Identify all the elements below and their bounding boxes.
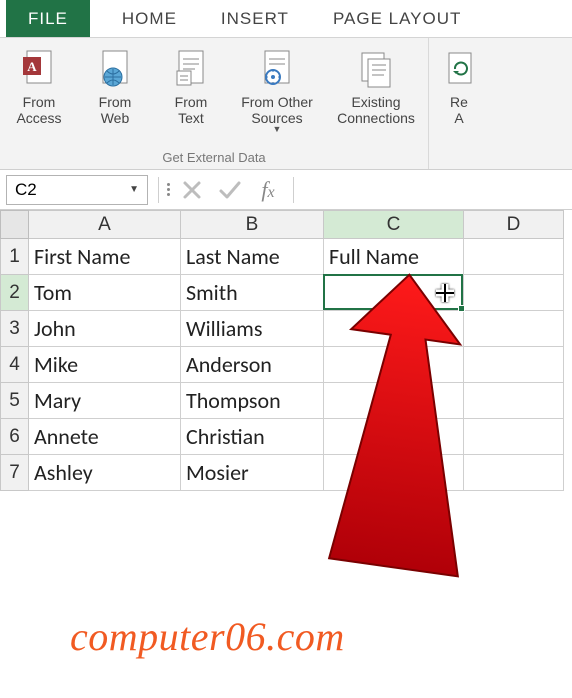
chevron-down-icon: ▼ (273, 124, 282, 134)
cell-A7[interactable]: Ashley (29, 455, 181, 491)
group-label: Get External Data (162, 147, 265, 167)
existing-connections-button[interactable]: Existing Connections (330, 42, 422, 147)
tab-home[interactable]: HOME (100, 0, 199, 37)
name-box[interactable]: C2 ▼ (6, 175, 148, 205)
from-other-sources-label: From Other Sources (241, 94, 313, 126)
cell-C5[interactable] (324, 383, 464, 419)
cell-A5[interactable]: Mary (29, 383, 181, 419)
cell-D6[interactable] (464, 419, 564, 455)
expand-dots-icon[interactable] (163, 183, 171, 196)
select-all-corner[interactable] (1, 211, 29, 239)
from-web-label: From Web (99, 94, 132, 126)
cell-A6[interactable]: Annete (29, 419, 181, 455)
check-icon (218, 179, 242, 201)
row-header[interactable]: 1 (1, 239, 29, 275)
cell-A4[interactable]: Mike (29, 347, 181, 383)
watermark-text: computer06.com (70, 613, 345, 660)
cell-B3[interactable]: Williams (181, 311, 324, 347)
cell-B2[interactable]: Smith (181, 275, 324, 311)
row-header[interactable]: 4 (1, 347, 29, 383)
cell-C4[interactable] (324, 347, 464, 383)
cell-C1[interactable]: Full Name (324, 239, 464, 275)
group-get-external-data: A From Access From Web From Text (0, 38, 429, 169)
access-icon: A (19, 46, 59, 92)
cell-B1[interactable]: Last Name (181, 239, 324, 275)
insert-function-button[interactable]: fx (253, 175, 283, 205)
chevron-down-icon: ▼ (129, 184, 139, 195)
row-header[interactable]: 6 (1, 419, 29, 455)
svg-text:A: A (27, 59, 37, 74)
formula-input[interactable] (298, 175, 572, 205)
from-text-button[interactable]: From Text (158, 42, 224, 147)
from-web-button[interactable]: From Web (82, 42, 148, 147)
text-icon (171, 46, 211, 92)
row-header[interactable]: 7 (1, 455, 29, 491)
cell-A2[interactable]: Tom (29, 275, 181, 311)
spreadsheet-grid: A B C D 1 First Name Last Name Full Name… (0, 210, 572, 491)
cell-C3[interactable] (324, 311, 464, 347)
cell-A3[interactable]: John (29, 311, 181, 347)
cell-D1[interactable] (464, 239, 564, 275)
ribbon: A From Access From Web From Text (0, 38, 572, 170)
refresh-label: Re A (450, 94, 468, 126)
x-icon (181, 179, 203, 201)
cell-B6[interactable]: Christian (181, 419, 324, 455)
tab-insert[interactable]: INSERT (199, 0, 311, 37)
row-header[interactable]: 3 (1, 311, 29, 347)
cell-A1[interactable]: First Name (29, 239, 181, 275)
from-access-button[interactable]: A From Access (6, 42, 72, 147)
cell-D4[interactable] (464, 347, 564, 383)
cell-C2[interactable] (324, 275, 464, 311)
from-other-sources-button[interactable]: From Other Sources ▼ (234, 42, 320, 147)
ribbon-tabs: FILE HOME INSERT PAGE LAYOUT (0, 0, 572, 38)
column-header-C[interactable]: C (324, 211, 464, 239)
row-header[interactable]: 5 (1, 383, 29, 419)
fx-icon: fx (261, 177, 274, 203)
from-text-label: From Text (175, 94, 208, 126)
formula-bar-row: C2 ▼ fx (0, 170, 572, 210)
cell-C6[interactable] (324, 419, 464, 455)
cell-D5[interactable] (464, 383, 564, 419)
cancel-button[interactable] (177, 175, 207, 205)
existing-connections-label: Existing Connections (337, 94, 415, 126)
refresh-all-button[interactable]: Re A (435, 42, 483, 147)
name-box-value: C2 (15, 180, 37, 200)
column-header-A[interactable]: A (29, 211, 181, 239)
cell-B5[interactable]: Thompson (181, 383, 324, 419)
from-access-label: From Access (16, 94, 61, 126)
column-header-D[interactable]: D (464, 211, 564, 239)
cell-B7[interactable]: Mosier (181, 455, 324, 491)
enter-button[interactable] (215, 175, 245, 205)
other-sources-icon (257, 46, 297, 92)
cell-D2[interactable] (464, 275, 564, 311)
web-icon (95, 46, 135, 92)
cell-D3[interactable] (464, 311, 564, 347)
cell-C7[interactable] (324, 455, 464, 491)
cell-B4[interactable]: Anderson (181, 347, 324, 383)
refresh-icon (439, 46, 479, 92)
tab-file[interactable]: FILE (6, 0, 90, 37)
group-refresh: Re A (429, 38, 489, 169)
row-header[interactable]: 2 (1, 275, 29, 311)
cell-D7[interactable] (464, 455, 564, 491)
tab-page-layout[interactable]: PAGE LAYOUT (311, 0, 483, 37)
column-header-B[interactable]: B (181, 211, 324, 239)
existing-connections-icon (356, 46, 396, 92)
